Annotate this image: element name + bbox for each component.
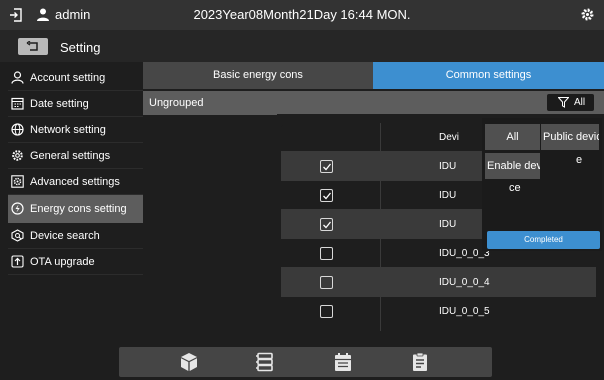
filter-option-public-device-wrap: e bbox=[576, 154, 583, 166]
date-time: 2023Year08Month21Day 16:44 MON. bbox=[193, 7, 411, 22]
sidebar-item-account[interactable]: Account setting bbox=[8, 65, 143, 91]
app-dock bbox=[119, 347, 492, 377]
check-icon bbox=[323, 163, 332, 171]
filter-bar: All bbox=[277, 91, 604, 114]
filter-icon bbox=[558, 97, 569, 108]
upload-icon bbox=[11, 255, 24, 268]
table-row[interactable]: IDU_0_0_5 bbox=[281, 297, 596, 326]
gear-icon bbox=[12, 150, 23, 161]
bottom-bar bbox=[0, 344, 604, 380]
filter-option-enable-device-wrap: ce bbox=[509, 182, 521, 194]
sidebar-item-label: Network setting bbox=[30, 124, 106, 136]
gear-icon[interactable] bbox=[580, 7, 595, 22]
group-list: Ungrouped bbox=[143, 89, 277, 344]
sidebar-item-energy[interactable]: Energy cons setting bbox=[8, 195, 143, 223]
row-checkbox[interactable] bbox=[320, 305, 333, 318]
tab-common-settings[interactable]: Common settings bbox=[373, 62, 604, 89]
energy-icon bbox=[11, 202, 24, 215]
calendar-icon[interactable] bbox=[333, 352, 353, 372]
sidebar-item-label: Advanced settings bbox=[30, 176, 120, 188]
sidebar-item-label: Account setting bbox=[30, 72, 106, 84]
completed-button[interactable]: Completed bbox=[487, 231, 600, 249]
clipboard-icon[interactable] bbox=[410, 352, 430, 372]
table-row[interactable]: IDU_0_0_4 bbox=[281, 268, 596, 297]
sidebar-item-advanced[interactable]: Advanced settings bbox=[8, 169, 143, 195]
server-icon[interactable] bbox=[255, 352, 275, 372]
filter-button[interactable]: All bbox=[547, 94, 594, 111]
user-icon bbox=[11, 71, 24, 84]
back-button[interactable] bbox=[18, 38, 48, 55]
column-divider bbox=[380, 123, 381, 331]
calendar-icon bbox=[11, 97, 24, 110]
filter-option-public-device[interactable]: Public devic bbox=[541, 124, 599, 150]
column-header-device: Devi bbox=[439, 132, 460, 143]
settings-sidebar: Account setting Date setting Network set… bbox=[0, 62, 143, 344]
device-name: IDU_0_0_4 bbox=[439, 277, 490, 288]
sidebar-item-label: General settings bbox=[30, 150, 111, 162]
row-checkbox[interactable] bbox=[320, 247, 333, 260]
back-arrow-icon bbox=[26, 41, 38, 51]
device-search-icon bbox=[11, 229, 24, 242]
check-icon bbox=[323, 221, 332, 229]
energy-tabs: Basic energy cons Common settings bbox=[143, 62, 604, 89]
row-checkbox[interactable] bbox=[320, 189, 333, 202]
sidebar-item-ota[interactable]: OTA upgrade bbox=[8, 249, 143, 275]
device-name: IDU bbox=[439, 219, 457, 230]
group-item-ungrouped[interactable]: Ungrouped bbox=[143, 91, 277, 115]
top-bar: admin 2023Year08Month21Day 16:44 MON. bbox=[0, 0, 604, 30]
sidebar-item-network[interactable]: Network setting bbox=[8, 117, 143, 143]
check-icon bbox=[323, 192, 332, 200]
filter-option-enable-device[interactable]: Enable devi bbox=[485, 153, 540, 179]
cube-icon[interactable] bbox=[179, 352, 199, 372]
row-checkbox[interactable] bbox=[320, 276, 333, 289]
page-header: Setting bbox=[0, 30, 604, 62]
advanced-gear-icon bbox=[11, 175, 24, 188]
row-checkbox[interactable] bbox=[320, 218, 333, 231]
sidebar-item-label: OTA upgrade bbox=[30, 256, 95, 268]
sidebar-item-device-search[interactable]: Device search bbox=[8, 223, 143, 249]
tab-basic-energy[interactable]: Basic energy cons bbox=[143, 62, 373, 89]
sidebar-item-label: Energy cons setting bbox=[30, 203, 127, 215]
device-name: IDU bbox=[439, 161, 457, 172]
device-name: IDU bbox=[439, 190, 457, 201]
filter-label: All bbox=[574, 97, 586, 108]
sidebar-item-label: Device search bbox=[30, 230, 100, 242]
filter-popup: All Public devic e Enable devi ce Comple… bbox=[482, 118, 602, 251]
filter-option-all[interactable]: All bbox=[485, 124, 540, 150]
page-title: Setting bbox=[60, 40, 101, 55]
sidebar-item-date[interactable]: Date setting bbox=[8, 91, 143, 117]
device-name: IDU_0_0_5 bbox=[439, 306, 490, 317]
globe-icon bbox=[11, 123, 24, 136]
sidebar-item-general[interactable]: General settings bbox=[8, 143, 143, 169]
row-checkbox[interactable] bbox=[320, 160, 333, 173]
sidebar-item-label: Date setting bbox=[30, 98, 89, 110]
